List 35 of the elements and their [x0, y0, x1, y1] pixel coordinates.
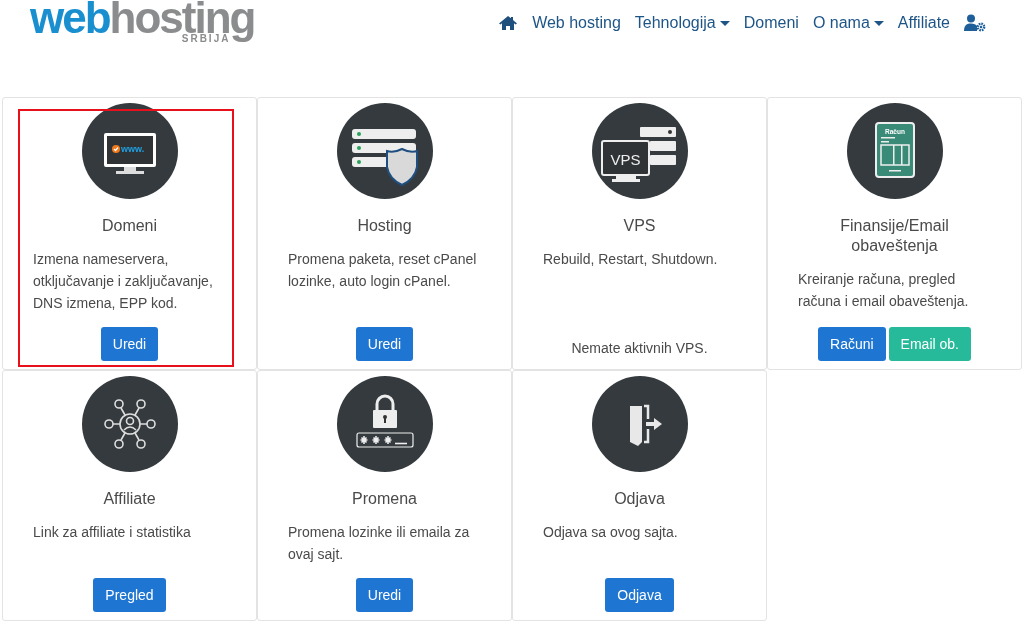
- action-button[interactable]: Računi: [818, 327, 886, 361]
- action-button[interactable]: Email ob.: [888, 327, 971, 361]
- action-button[interactable]: Uredi: [355, 327, 414, 361]
- password-lock-icon: [336, 376, 433, 472]
- exit-door-icon: [591, 376, 688, 472]
- action-button[interactable]: Pregled: [93, 578, 166, 612]
- action-button[interactable]: Uredi: [355, 578, 414, 612]
- nav-dropdown[interactable]: O nama: [812, 11, 884, 35]
- card-description: Kreiranje računa, pregled računa i email obaveštenja.: [797, 270, 970, 311]
- nav-link[interactable]: Domeni: [743, 11, 799, 35]
- card-description: Link za affiliate i statistika: [32, 523, 192, 542]
- card-description: Rebuild, Restart, Shutdown.: [542, 250, 719, 269]
- action-button[interactable]: Odjava: [605, 578, 674, 612]
- card-title: Odjava: [613, 489, 666, 509]
- server-shield-icon: [336, 103, 433, 199]
- action-button[interactable]: Uredi: [100, 327, 159, 361]
- network-user-icon: [81, 376, 178, 472]
- card-description: Izmena nameservera, otključavanje i zaključavanje, DNS izmena, EPP kod.: [32, 250, 214, 313]
- card-title: Affiliate: [102, 489, 157, 509]
- nav-link[interactable]: Web hosting: [532, 11, 621, 35]
- nav-dropdown[interactable]: Tehnologija: [634, 11, 730, 35]
- card-description: Promena paketa, reset cPanel lozinke, auto login cPanel.: [287, 250, 478, 291]
- card-title: Domeni: [100, 216, 159, 236]
- nav-link[interactable]: Affiliate: [897, 11, 950, 35]
- card-description: Odjava sa ovog sajta.: [542, 523, 679, 542]
- home-icon[interactable]: [498, 15, 519, 31]
- card-title: Hosting: [356, 216, 413, 236]
- monitor-icon: www.: [81, 103, 178, 199]
- card-title: Promena: [351, 489, 418, 509]
- user-settings-icon[interactable]: [964, 14, 986, 32]
- card-title: VPS: [622, 216, 657, 236]
- card-description: Promena lozinke ili emaila za ovaj sajt.: [287, 523, 471, 564]
- vps-server-icon: VPS: [591, 103, 688, 199]
- status-note: Nemate aktivnih VPS.: [571, 339, 708, 358]
- card-title: Finansije/Email obaveštenja: [839, 216, 950, 256]
